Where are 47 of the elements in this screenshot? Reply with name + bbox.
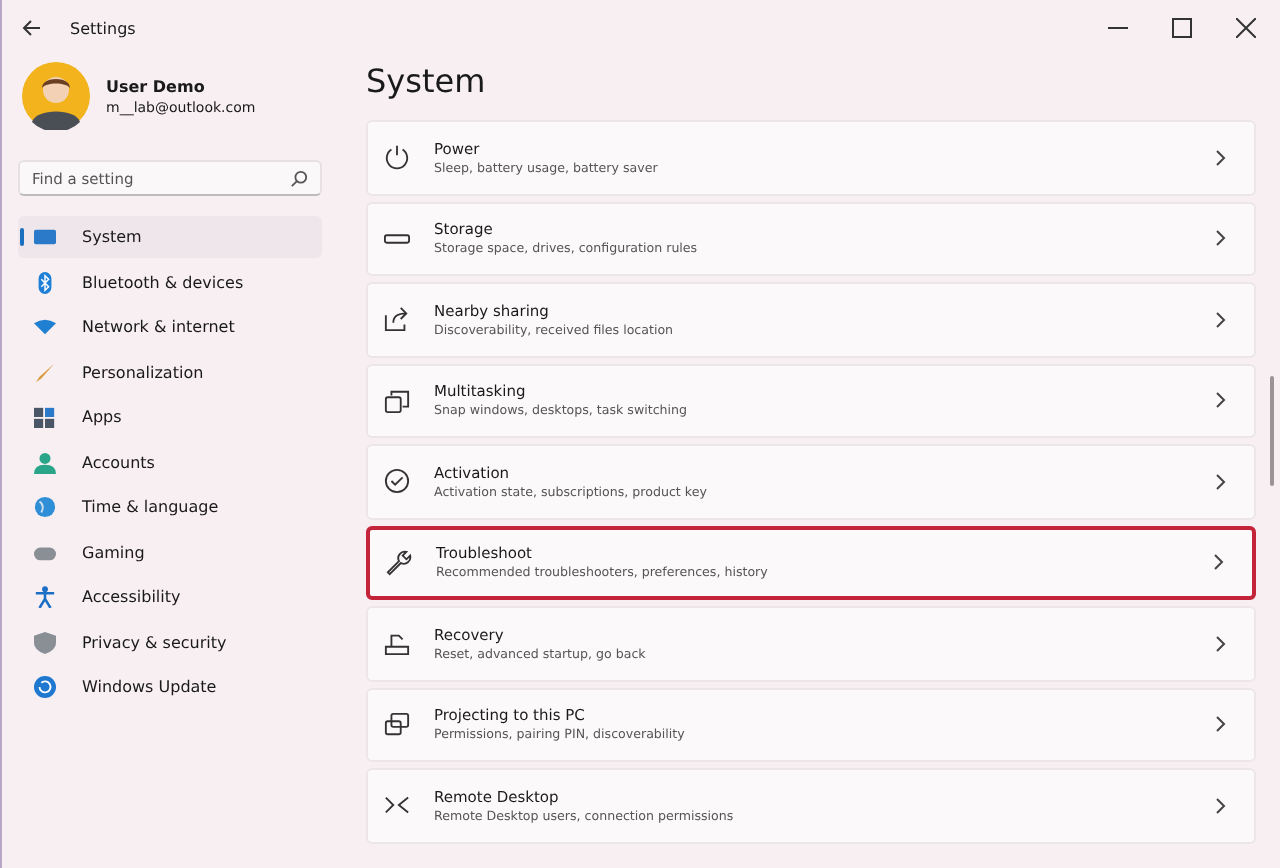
avatar-icon	[22, 62, 90, 130]
remote-icon	[384, 792, 410, 819]
nav-item[interactable]: Time & language	[18, 486, 322, 528]
power-icon	[384, 144, 410, 171]
shield-icon	[34, 631, 56, 653]
chevron-icon	[1214, 554, 1224, 571]
chevron-icon	[1216, 635, 1226, 652]
share-icon	[384, 306, 410, 333]
nav-item[interactable]: Accounts	[18, 441, 322, 483]
nav-item[interactable]: Network & internet	[18, 306, 322, 348]
chevron-icon	[1216, 473, 1226, 490]
chevron-icon	[1216, 716, 1226, 733]
page-title: System	[366, 62, 488, 100]
nav-item[interactable]: Accessibility	[18, 576, 322, 618]
windows-icon	[384, 387, 410, 414]
globe-icon	[34, 496, 56, 518]
nav-item[interactable]: Personalization	[18, 351, 322, 393]
update-icon	[34, 676, 56, 698]
person-icon	[34, 451, 56, 473]
apps-icon	[34, 406, 56, 428]
maximize-icon[interactable]	[1172, 18, 1192, 38]
nav-item[interactable]: System	[18, 216, 322, 258]
user-name: User Demo	[106, 77, 207, 95]
nav-item[interactable]: Apps	[18, 396, 322, 438]
chevron-icon	[1216, 797, 1226, 814]
accessibility-icon	[34, 586, 56, 608]
search-icon[interactable]	[290, 169, 308, 187]
monitor-icon	[34, 226, 56, 248]
nav-item[interactable]: Windows Update	[18, 666, 322, 708]
chevron-icon	[1216, 311, 1226, 328]
wrench-icon	[386, 549, 412, 576]
scrollbar[interactable]	[1270, 376, 1274, 486]
chevron-icon	[1216, 392, 1226, 409]
brush-icon	[34, 361, 56, 383]
window-title: Settings	[70, 19, 136, 37]
checkmark-icon	[384, 468, 410, 495]
chevron-icon	[1216, 230, 1226, 247]
projector-icon	[384, 711, 410, 738]
nav-item[interactable]: Bluetooth & devices	[18, 261, 322, 303]
nav-item[interactable]: Gaming	[18, 531, 322, 573]
nav-item[interactable]: Privacy & security	[18, 621, 322, 663]
back-icon[interactable]	[22, 18, 42, 38]
chevron-icon	[1216, 149, 1226, 166]
close-icon[interactable]	[1236, 18, 1256, 38]
recovery-icon	[384, 630, 410, 657]
bluetooth-icon	[34, 271, 56, 293]
wifi-icon	[34, 316, 56, 338]
